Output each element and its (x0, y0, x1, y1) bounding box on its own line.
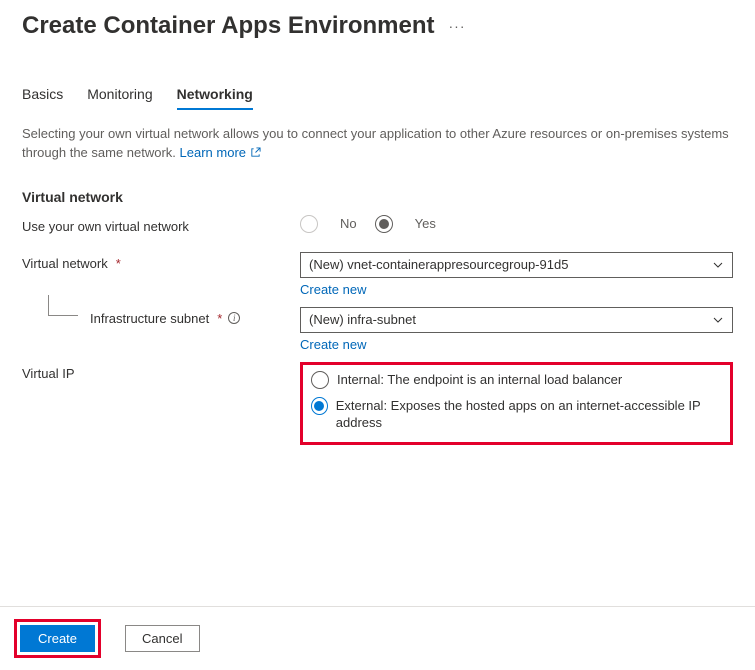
vnet-select-value: (New) vnet-containerappresourcegroup-91d… (309, 257, 568, 272)
subnet-create-new-link[interactable]: Create new (300, 337, 366, 352)
subnet-select-value: (New) infra-subnet (309, 312, 416, 327)
vip-external-label: External: Exposes the hosted apps on an … (336, 397, 718, 432)
subnet-label: Infrastructure subnet (90, 311, 209, 326)
create-button-highlight: Create (14, 619, 101, 658)
footer: Create Cancel (0, 606, 755, 670)
use-vnet-yes-label: Yes (415, 216, 436, 231)
use-vnet-no-label: No (340, 216, 357, 231)
external-link-icon (250, 145, 261, 160)
page-title: Create Container Apps Environment (22, 12, 435, 40)
virtual-ip-options-highlight: Internal: The endpoint is an internal lo… (300, 362, 733, 445)
cancel-button[interactable]: Cancel (125, 625, 199, 652)
subnet-select[interactable]: (New) infra-subnet (300, 307, 733, 333)
tabs: Basics Monitoring Networking (0, 86, 755, 111)
vip-internal-radio[interactable] (311, 371, 329, 389)
required-indicator: * (116, 256, 121, 271)
vnet-label: Virtual network (22, 256, 108, 271)
create-button[interactable]: Create (20, 625, 95, 652)
chevron-down-icon (712, 259, 724, 271)
virtual-network-heading: Virtual network (22, 189, 733, 205)
tab-basics[interactable]: Basics (22, 86, 63, 110)
learn-more-label: Learn more (180, 145, 246, 160)
vip-internal-label: Internal: The endpoint is an internal lo… (337, 371, 622, 389)
virtual-ip-label: Virtual IP (22, 362, 300, 381)
more-icon[interactable]: ··· (449, 18, 466, 34)
use-vnet-no-radio[interactable] (300, 215, 318, 233)
vip-external-radio[interactable] (311, 397, 328, 415)
tab-monitoring[interactable]: Monitoring (87, 86, 152, 110)
required-indicator: * (217, 311, 222, 326)
info-icon[interactable]: i (228, 312, 240, 324)
vnet-create-new-link[interactable]: Create new (300, 282, 366, 297)
chevron-down-icon (712, 314, 724, 326)
intro-text: Selecting your own virtual network allow… (22, 125, 733, 163)
use-own-vnet-label: Use your own virtual network (22, 215, 300, 234)
use-vnet-yes-radio[interactable] (375, 215, 393, 233)
vnet-select[interactable]: (New) vnet-containerappresourcegroup-91d… (300, 252, 733, 278)
tab-networking[interactable]: Networking (177, 86, 253, 110)
learn-more-link[interactable]: Learn more (180, 145, 261, 160)
intro-copy: Selecting your own virtual network allow… (22, 126, 729, 160)
